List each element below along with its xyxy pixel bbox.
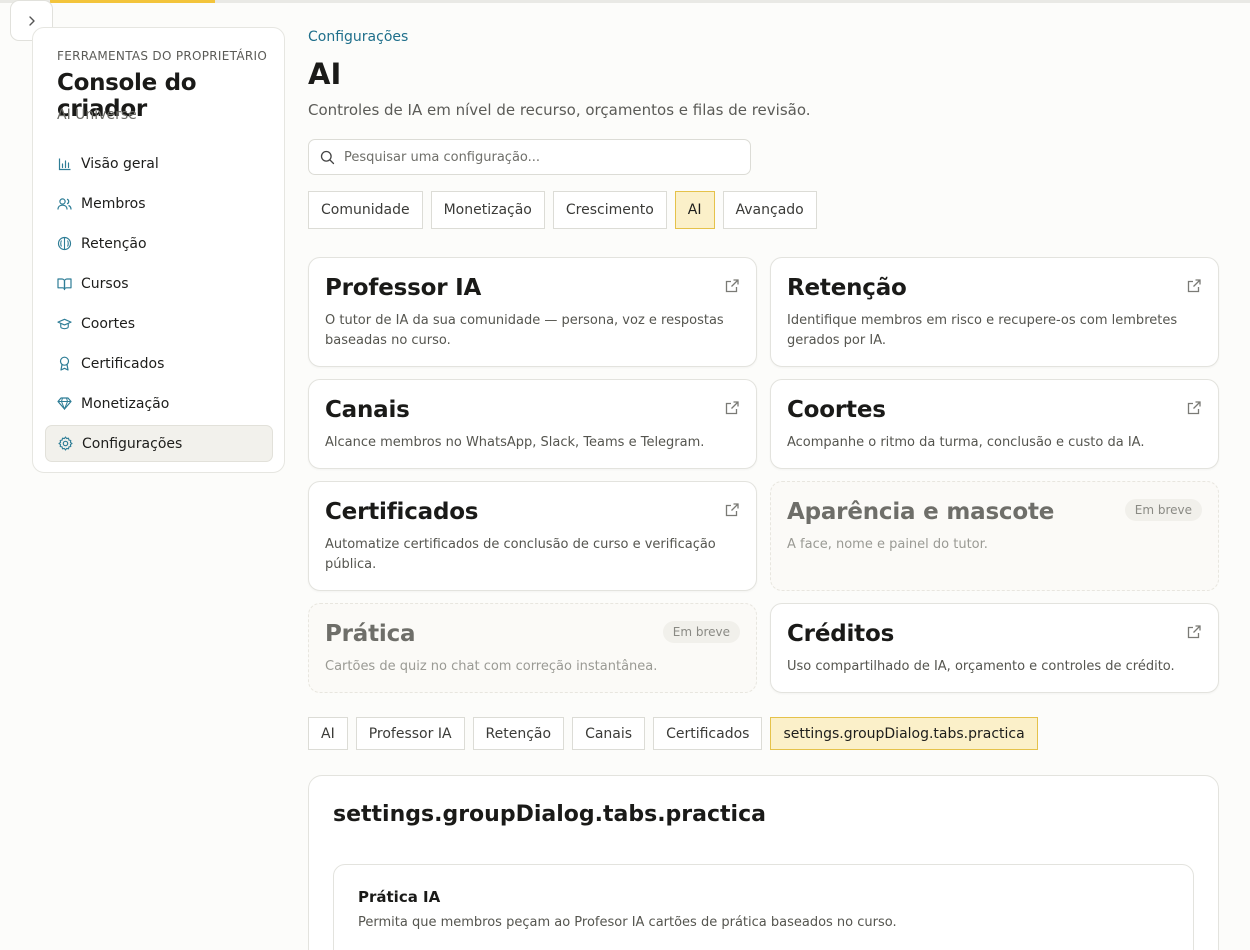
card-description: Automatize certificados de conclusão de … bbox=[325, 537, 716, 572]
sidebar-item-monetization[interactable]: Monetização bbox=[45, 385, 273, 422]
settings-panel: settings.groupDialog.tabs.practica Práti… bbox=[308, 775, 1219, 950]
sidebar-item-label: Cursos bbox=[81, 275, 129, 292]
subtab-ai[interactable]: AI bbox=[308, 717, 348, 750]
card-description: Cartões de quiz no chat com correção ins… bbox=[325, 659, 658, 674]
owner-tools-label: FERRAMENTAS DO PROPRIETÁRIO bbox=[57, 49, 268, 63]
tab-ai[interactable]: AI bbox=[674, 191, 715, 229]
card-title: Aparência e mascote bbox=[787, 499, 1055, 525]
external-link-icon[interactable] bbox=[1186, 400, 1202, 416]
sidebar-item-courses[interactable]: Cursos bbox=[45, 265, 273, 302]
search-input[interactable] bbox=[344, 149, 724, 165]
card-appearance-mascot: Aparência e mascote A face, nome e paine… bbox=[770, 481, 1219, 591]
card-title: Créditos bbox=[787, 621, 895, 647]
card-retention[interactable]: Retenção Identifique membros em risco e … bbox=[770, 257, 1219, 367]
group-tabs: AI Professor IA Retenção Canais Certific… bbox=[308, 717, 1046, 750]
tab-community[interactable]: Comunidade bbox=[308, 191, 423, 229]
card-certificates[interactable]: Certificados Automatize certificados de … bbox=[308, 481, 757, 591]
sidebar-nav: Visão geral Membros Retenção Cursos Coor… bbox=[45, 145, 273, 465]
card-description: Identifique membros em risco e recupere-… bbox=[787, 313, 1178, 348]
card-practice: Prática Cartões de quiz no chat com corr… bbox=[308, 603, 757, 693]
users-icon bbox=[57, 196, 72, 211]
card-title: Professor IA bbox=[325, 275, 482, 301]
practice-ai-setting: Prática IA Permita que membros peçam ao … bbox=[333, 864, 1194, 950]
sidebar: FERRAMENTAS DO PROPRIETÁRIO Console do c… bbox=[32, 27, 285, 473]
card-cohorts[interactable]: Coortes Acompanhe o ritmo da turma, conc… bbox=[770, 379, 1219, 469]
card-title: Retenção bbox=[787, 275, 907, 301]
sidebar-item-label: Configurações bbox=[82, 435, 183, 452]
sidebar-item-overview[interactable]: Visão geral bbox=[45, 145, 273, 182]
gem-icon bbox=[57, 396, 72, 411]
community-name: AI Universe bbox=[57, 107, 137, 123]
card-title: Certificados bbox=[325, 499, 479, 525]
sidebar-item-cohorts[interactable]: Coortes bbox=[45, 305, 273, 342]
card-title: Coortes bbox=[787, 397, 886, 423]
coming-soon-badge: Em breve bbox=[662, 621, 740, 643]
sidebar-item-label: Visão geral bbox=[81, 155, 159, 172]
tab-monetization[interactable]: Monetização bbox=[430, 191, 545, 229]
card-description: Acompanhe o ritmo da turma, conclusão e … bbox=[787, 435, 1145, 450]
page-title: AI bbox=[308, 57, 342, 91]
sidebar-item-retention[interactable]: Retenção bbox=[45, 225, 273, 262]
sidebar-item-label: Retenção bbox=[81, 235, 147, 252]
coming-soon-badge: Em breve bbox=[1124, 499, 1202, 521]
tab-growth[interactable]: Crescimento bbox=[552, 191, 667, 229]
external-link-icon[interactable] bbox=[1186, 278, 1202, 294]
sidebar-item-members[interactable]: Membros bbox=[45, 185, 273, 222]
panel-title: settings.groupDialog.tabs.practica bbox=[333, 802, 766, 827]
graduation-cap-icon bbox=[57, 316, 72, 331]
bar-chart-icon bbox=[57, 156, 72, 171]
gear-icon bbox=[58, 436, 73, 451]
external-link-icon[interactable] bbox=[724, 278, 740, 294]
card-description: Alcance membros no WhatsApp, Slack, Team… bbox=[325, 435, 705, 450]
breadcrumb[interactable]: Configurações bbox=[308, 29, 408, 45]
external-link-icon[interactable] bbox=[1186, 624, 1202, 640]
card-title: Prática bbox=[325, 621, 416, 647]
subtab-retention[interactable]: Retenção bbox=[472, 717, 565, 750]
external-link-icon[interactable] bbox=[724, 400, 740, 416]
subtab-practice[interactable]: settings.groupDialog.tabs.practica bbox=[770, 717, 1038, 750]
sidebar-item-label: Certificados bbox=[81, 355, 165, 372]
category-tabs: Comunidade Monetização Crescimento AI Av… bbox=[308, 191, 825, 229]
card-description: Uso compartilhado de IA, orçamento e con… bbox=[787, 659, 1175, 674]
card-description: O tutor de IA da sua comunidade — person… bbox=[325, 313, 724, 348]
card-channels[interactable]: Canais Alcance membros no WhatsApp, Slac… bbox=[308, 379, 757, 469]
card-ai-teacher[interactable]: Professor IA O tutor de IA da sua comuni… bbox=[308, 257, 757, 367]
tab-advanced[interactable]: Avançado bbox=[722, 191, 817, 229]
sidebar-item-certificates[interactable]: Certificados bbox=[45, 345, 273, 382]
subtab-ai-teacher[interactable]: Professor IA bbox=[355, 717, 465, 750]
chevron-right-icon bbox=[28, 15, 35, 26]
external-link-icon[interactable] bbox=[724, 502, 740, 518]
book-icon bbox=[57, 276, 72, 291]
loading-progress-bar bbox=[50, 0, 215, 3]
setting-title: Prática IA bbox=[358, 888, 441, 906]
search-icon bbox=[320, 150, 335, 164]
setting-description: Permita que membros peçam ao Profesor IA… bbox=[358, 915, 897, 930]
card-title: Canais bbox=[325, 397, 410, 423]
sidebar-item-settings[interactable]: Configurações bbox=[45, 425, 273, 462]
subtab-certificates[interactable]: Certificados bbox=[653, 717, 763, 750]
search-box bbox=[308, 139, 751, 175]
brain-icon bbox=[57, 236, 72, 251]
card-credits[interactable]: Créditos Uso compartilhado de IA, orçame… bbox=[770, 603, 1219, 693]
award-icon bbox=[57, 356, 72, 371]
sidebar-item-label: Monetização bbox=[81, 395, 170, 412]
sidebar-item-label: Coortes bbox=[81, 315, 136, 332]
page-subtitle: Controles de IA em nível de recurso, orç… bbox=[308, 101, 811, 119]
subtab-channels[interactable]: Canais bbox=[572, 717, 646, 750]
card-description: A face, nome e painel do tutor. bbox=[787, 537, 988, 552]
sidebar-item-label: Membros bbox=[81, 195, 146, 212]
